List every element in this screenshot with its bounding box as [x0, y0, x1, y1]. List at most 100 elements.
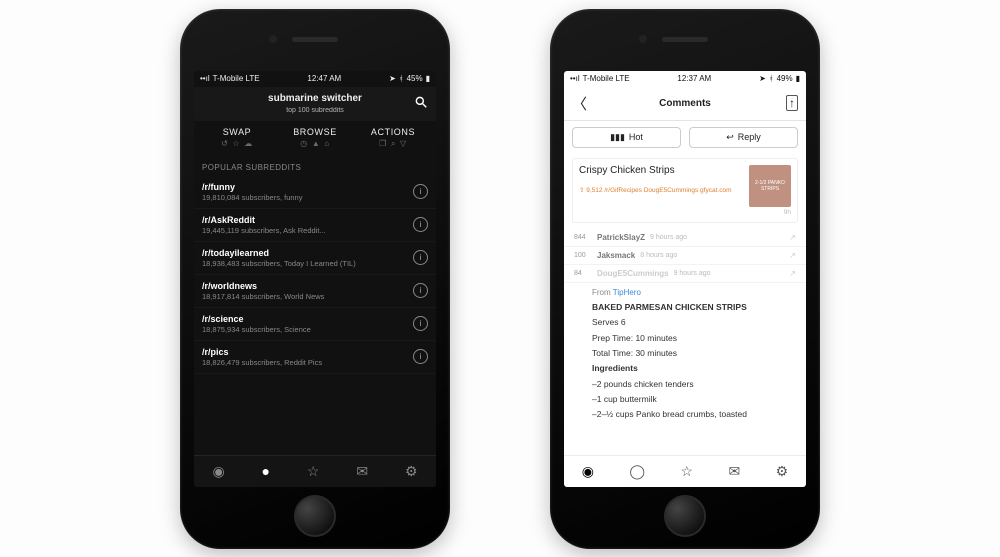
random-icon: ↺: [221, 139, 228, 148]
tab-browse[interactable]: BROWSE ◷ ▲⌂: [276, 127, 354, 149]
comment-age: 9 hours ago: [650, 234, 687, 241]
section-header: POPULAR SUBREDDITS: [194, 157, 436, 176]
tab-label: ACTIONS: [354, 127, 432, 137]
comment-score: 100: [574, 252, 592, 259]
location-icon: ➤: [389, 74, 396, 83]
info-icon[interactable]: i: [413, 349, 428, 364]
home-icon: ⌂: [324, 139, 329, 148]
nav-bar: submarine switcher top 100 subreddits: [194, 87, 436, 121]
page-title: submarine switcher: [194, 93, 436, 104]
info-icon[interactable]: i: [413, 283, 428, 298]
status-right: ➤ ᚼ 49% ▮: [759, 74, 800, 83]
action-buttons: ▮▮▮ Hot ↩ Reply: [564, 121, 806, 154]
home-button[interactable]: [664, 495, 706, 537]
post-title: Crispy Chicken Strips: [579, 165, 743, 176]
info-icon[interactable]: i: [413, 217, 428, 232]
comment-row[interactable]: 100 Jaksmack 8 hours ago ↗: [564, 247, 806, 265]
favorites-icon[interactable]: ☆: [307, 463, 320, 480]
list-item[interactable]: /r/AskReddit19,445,119 subscribers, Ask …: [194, 209, 436, 242]
nav-title: submarine switcher top 100 subreddits: [194, 93, 436, 114]
page-subtitle: top 100 subreddits: [286, 107, 344, 114]
comment-age: 9 hours ago: [674, 270, 711, 277]
comment-score: 84: [574, 270, 592, 277]
settings-icon[interactable]: ⚙: [776, 463, 789, 480]
phone-left: ••ıl T-Mobile LTE 12:47 AM ➤ ᚼ 45% ▮ sub…: [180, 9, 450, 549]
sort-button[interactable]: ▮▮▮ Hot: [572, 127, 681, 148]
info-icon[interactable]: i: [413, 184, 428, 199]
share-icon[interactable]: ↑: [786, 95, 798, 111]
signal-icon: ••ıl: [570, 74, 580, 83]
tab-label: BROWSE: [276, 127, 354, 137]
battery-icon: ▮: [426, 74, 430, 83]
nav-bar: 〈 Comments ↑: [564, 87, 806, 121]
post-age: 9h: [749, 209, 791, 216]
bars-icon: ▮▮▮: [610, 132, 625, 143]
info-icon[interactable]: i: [413, 250, 428, 265]
comment-age: 8 hours ago: [640, 252, 677, 259]
ingredients-heading: Ingredients: [592, 363, 638, 373]
bottom-tab-bar: ◉ ● ☆ ✉ ⚙: [194, 455, 436, 487]
posts-icon[interactable]: ●: [262, 463, 270, 479]
subreddit-list[interactable]: /r/funny19,810,084 subscribers, funny i …: [194, 176, 436, 455]
comment-user: DougE5Cummings: [597, 269, 669, 278]
bluetooth-icon: ᚼ: [399, 74, 404, 83]
location-icon: ➤: [759, 74, 766, 83]
post-thumbnail[interactable]: 2-1/2 PANKO STRIPS: [749, 165, 791, 207]
reply-button[interactable]: ↩ Reply: [689, 127, 798, 148]
settings-icon[interactable]: ⚙: [405, 463, 418, 480]
battery-icon: ▮: [796, 74, 800, 83]
carrier-label: T-Mobile LTE: [583, 74, 630, 83]
info-icon[interactable]: i: [413, 316, 428, 331]
list-item[interactable]: /r/worldnews18,917,814 subscribers, Worl…: [194, 275, 436, 308]
signal-icon: ••ıl: [200, 74, 210, 83]
back-icon[interactable]: 〈: [572, 93, 587, 114]
comments-list: 844 PatrickSlayZ 9 hours ago ↗ 100 Jaksm…: [564, 229, 806, 424]
list-item[interactable]: /r/pics18,826,479 subscribers, Reddit Pi…: [194, 341, 436, 374]
alien-icon[interactable]: ◉: [582, 463, 594, 480]
clock: 12:47 AM: [307, 74, 341, 83]
tab-actions[interactable]: ACTIONS ❐⌕▽: [354, 127, 432, 149]
clock-icon: ◷: [300, 139, 308, 148]
tab-swap[interactable]: SWAP ↺☆☁: [198, 127, 276, 149]
post-card[interactable]: Crispy Chicken Strips ⇧ 9,512 /r/GifReci…: [572, 158, 798, 223]
home-button[interactable]: [294, 495, 336, 537]
posts-icon[interactable]: ◯: [629, 463, 645, 480]
bottom-tab-bar: ◉ ◯ ☆ ✉ ⚙: [564, 455, 806, 487]
segment-control: SWAP ↺☆☁ BROWSE ◷▲⌂ ACTIONS ❐⌕▽: [194, 121, 436, 157]
sort-label: Hot: [629, 132, 643, 142]
status-bar: ••ıl T-Mobile LTE 12:47 AM ➤ ᚼ 45% ▮: [194, 71, 436, 87]
list-item[interactable]: /r/todayilearned18,938,483 subscribers, …: [194, 242, 436, 275]
favorites-icon[interactable]: ☆: [680, 463, 693, 480]
post-meta: ⇧ 9,512 /r/GifRecipes DougE5Cummings gfy…: [579, 186, 743, 194]
recipe-heading: BAKED PARMESAN CHICKEN STRIPS: [592, 302, 747, 312]
star-icon: ☆: [232, 139, 240, 148]
page-title: Comments: [564, 98, 806, 109]
collapse-icon[interactable]: ↗: [789, 233, 796, 242]
comment-row[interactable]: 844 PatrickSlayZ 9 hours ago ↗: [564, 229, 806, 247]
comment-score: 844: [574, 234, 592, 241]
screen-left: ••ıl T-Mobile LTE 12:47 AM ➤ ᚼ 45% ▮ sub…: [194, 71, 436, 487]
collapse-icon[interactable]: ↗: [789, 251, 796, 260]
comment-user: Jaksmack: [597, 251, 635, 260]
comment-user: PatrickSlayZ: [597, 233, 645, 242]
status-bar: ••ıl T-Mobile LTE 12:37 AM ➤ ᚼ 49% ▮: [564, 71, 806, 87]
clock: 12:37 AM: [677, 74, 711, 83]
comment-row[interactable]: 84 DougE5Cummings 9 hours ago ↗: [564, 265, 806, 283]
phone-right: ••ıl T-Mobile LTE 12:37 AM ➤ ᚼ 49% ▮ 〈 C…: [550, 9, 820, 549]
messages-icon[interactable]: ✉: [728, 463, 740, 480]
flame-icon: ▲: [312, 139, 321, 148]
screen-right: ••ıl T-Mobile LTE 12:37 AM ➤ ᚼ 49% ▮ 〈 C…: [564, 71, 806, 487]
source-link[interactable]: TipHero: [613, 288, 641, 297]
battery-label: 45%: [407, 74, 423, 83]
collapse-icon[interactable]: ↗: [789, 269, 796, 278]
messages-icon[interactable]: ✉: [356, 463, 368, 480]
reply-label: Reply: [738, 132, 761, 142]
bluetooth-icon: ᚼ: [769, 74, 774, 83]
list-item[interactable]: /r/science18,875,934 subscribers, Scienc…: [194, 308, 436, 341]
list-item[interactable]: /r/funny19,810,084 subscribers, funny i: [194, 176, 436, 209]
copy-icon: ❐: [379, 139, 387, 149]
status-right: ➤ ᚼ 45% ▮: [389, 74, 430, 83]
alien-icon[interactable]: ◉: [212, 463, 224, 480]
search-icon[interactable]: [414, 95, 428, 112]
reply-icon: ↩: [726, 132, 734, 143]
